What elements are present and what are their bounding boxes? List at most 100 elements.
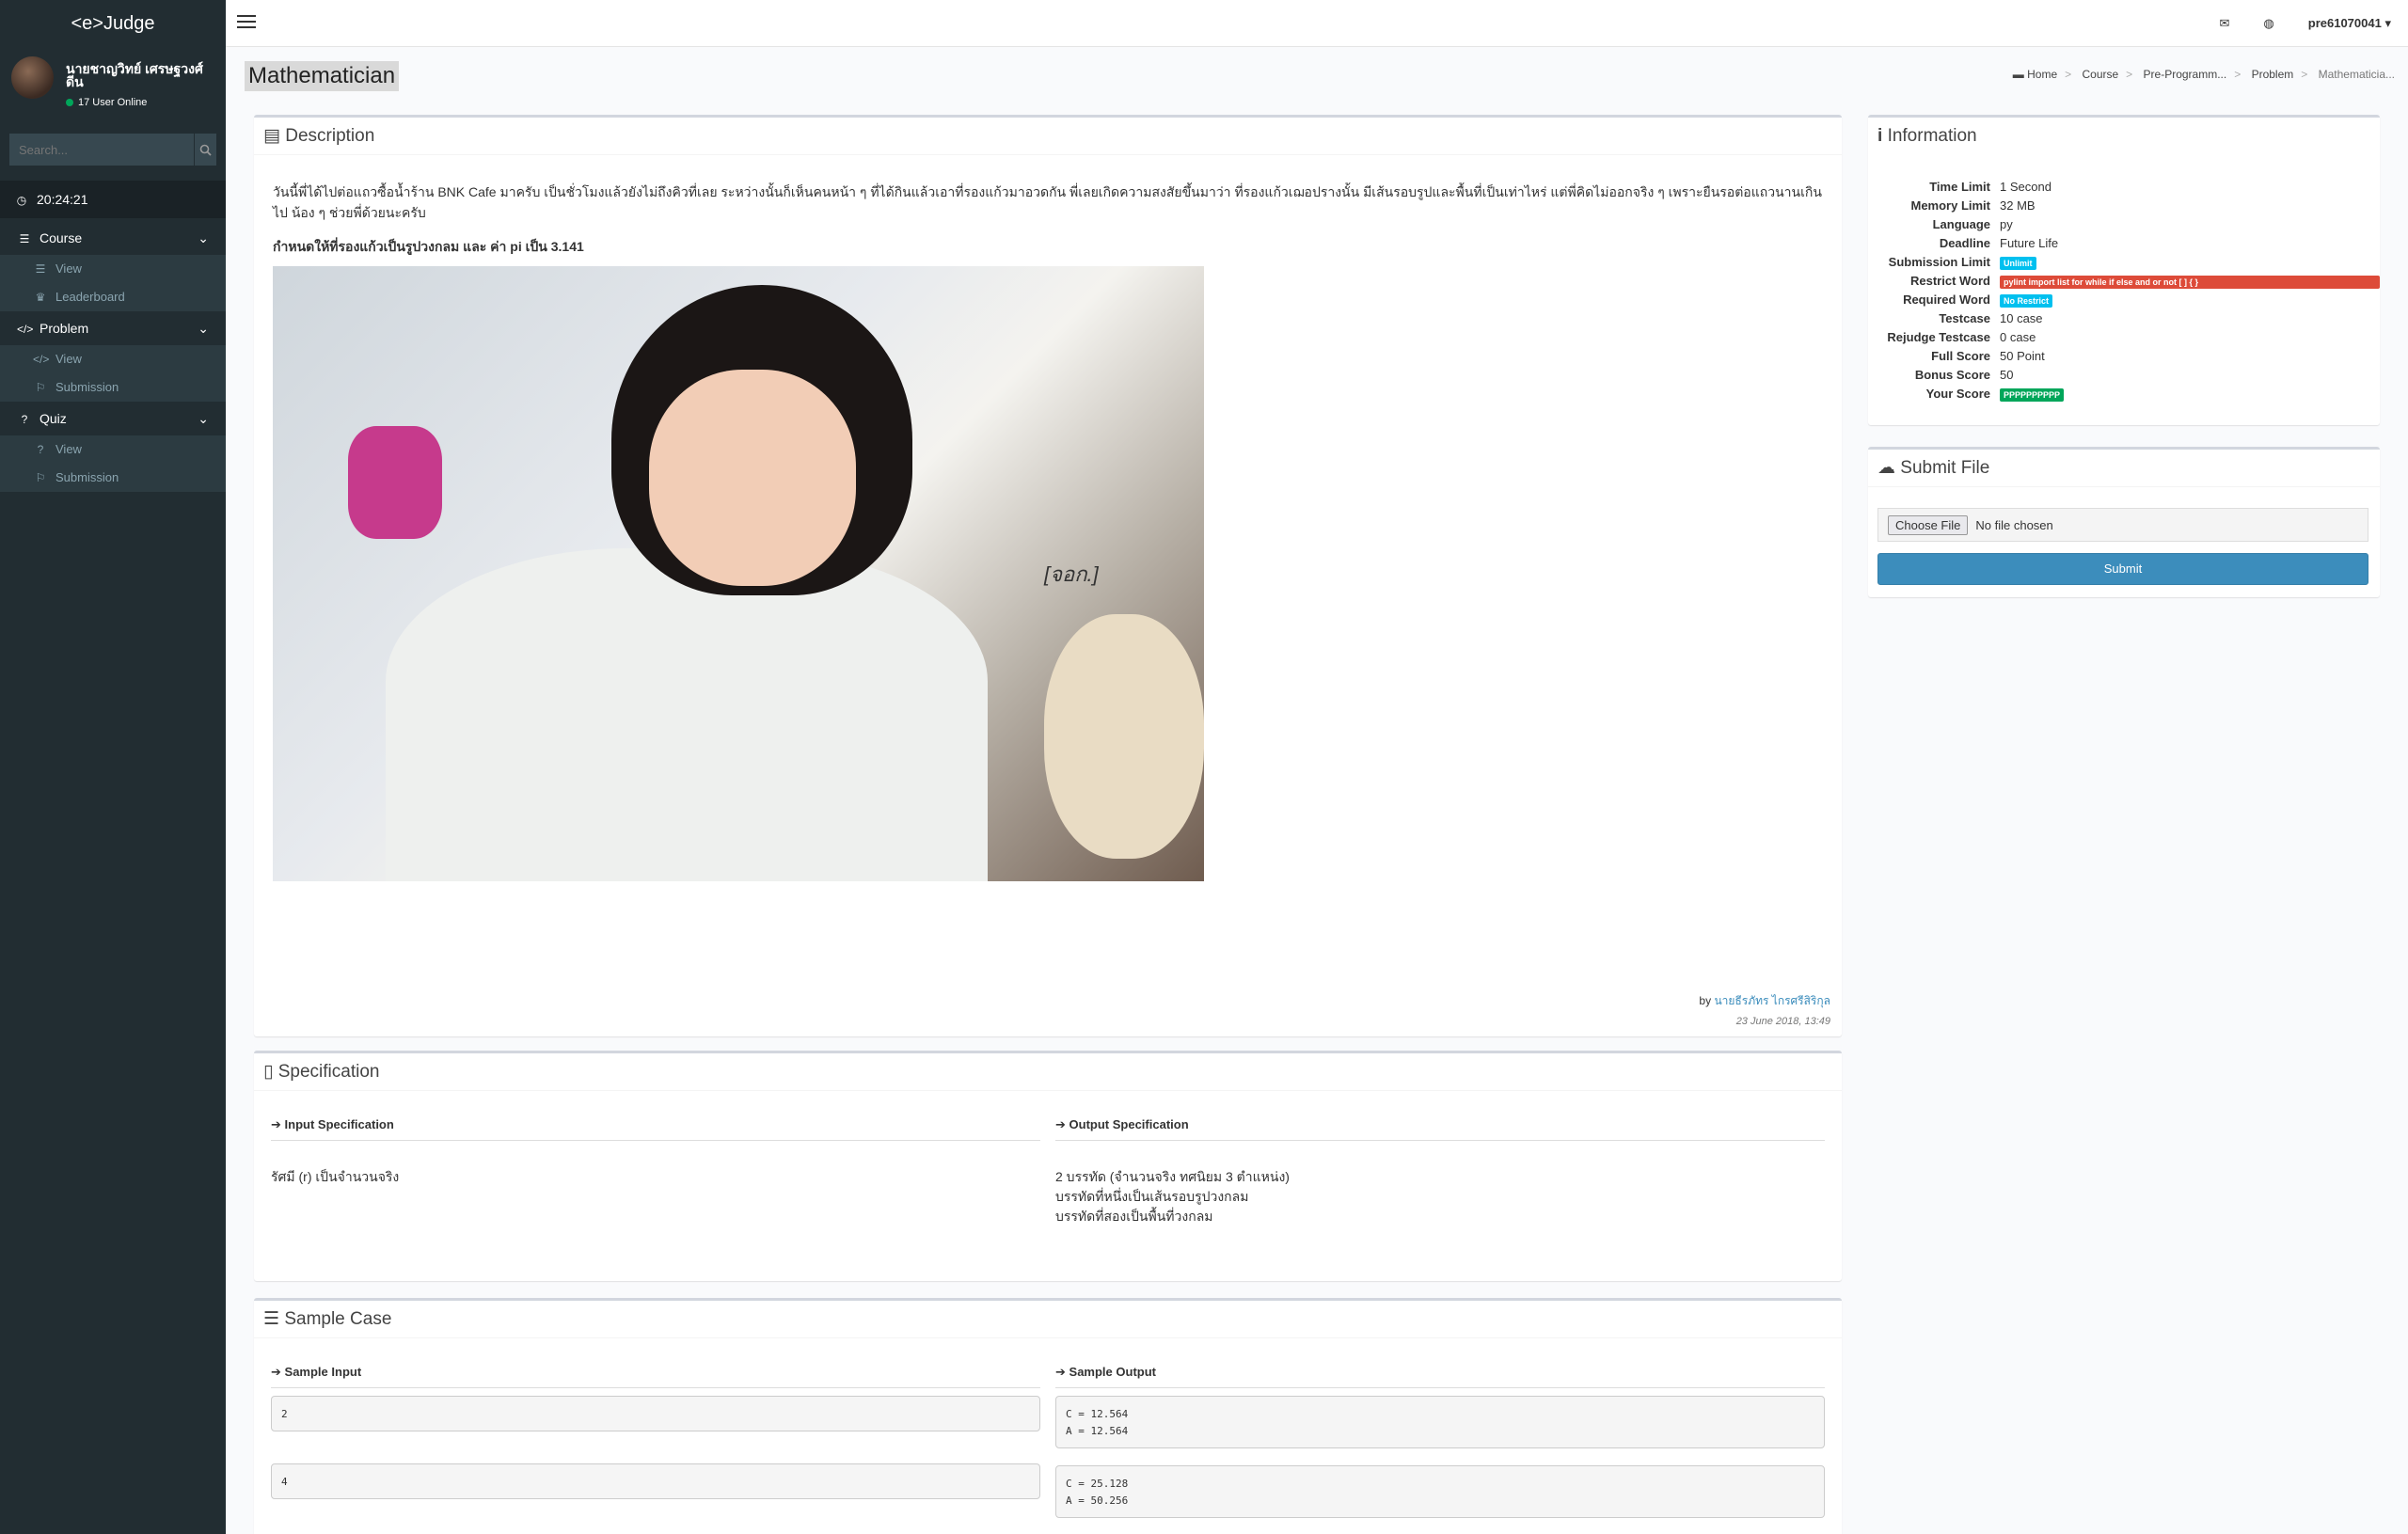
breadcrumb-home[interactable]: Home [2027, 68, 2057, 81]
flag-icon: ⚐ [35, 471, 46, 484]
sample-title: Sample Case [284, 1309, 392, 1329]
description-title: Description [285, 126, 375, 146]
description-text: วันนี้พี่ได้ไปต่อแถวซื้อน้ำร้าน BNK Cafe… [273, 184, 1822, 220]
list-ol-icon: ☰ [263, 1309, 280, 1329]
online-dot-icon [66, 99, 73, 107]
info-value: 50 [2000, 366, 2013, 385]
info-row: Submission Limit Unlimit [1868, 253, 2380, 272]
image-watermark: [จอก.] [1044, 562, 1099, 586]
file-text-icon: ▯ [263, 1062, 274, 1082]
submit-file-box: ☁ Submit File Choose File No file chosen … [1868, 447, 2380, 597]
info-row: Language py [1868, 215, 2380, 234]
menu-course-label: Course [40, 230, 83, 245]
sample-input-2: 4 [271, 1463, 1040, 1499]
cloud-upload-icon: ☁ [1877, 458, 1895, 478]
info-row: Your Score PPPPPPPPPP [1868, 385, 2380, 403]
user-name: นายชาญวิทย์ เศรษฐวงศ์ดีน [66, 61, 203, 89]
info-value: Future Life [2000, 234, 2058, 253]
trophy-icon: ♛ [35, 291, 46, 304]
folder-icon: ▬ [2012, 68, 2024, 81]
menu-problem-submission[interactable]: ⚐ Submission [0, 373, 226, 402]
chevron-down-icon: ⌄ [198, 321, 209, 336]
info-key: Language [1932, 217, 1990, 231]
sample-input-1: 2 [271, 1396, 1040, 1431]
choose-file-button[interactable]: Choose File [1888, 514, 1969, 535]
online-status: 17 User Online [66, 97, 147, 108]
online-count: 17 User Online [78, 97, 148, 108]
clock-icon: ◷ [16, 194, 27, 207]
info-value: Unlimit [2000, 253, 2036, 272]
clock: ◷ 20:24:21 [0, 181, 226, 218]
output-spec-line: 2 บรรทัด (จำนวนจริง ทศนิยม 3 ตำแหน่ง) [1055, 1169, 1290, 1184]
sample-case-box: ☰ Sample Case ➔ Sample Input 2 4 ➔ Sampl… [254, 1298, 1842, 1534]
app-logo[interactable]: <e>Judge [0, 0, 226, 47]
information-box: i Information Time Limit 1 Second Memory L… [1868, 115, 2380, 425]
breadcrumb-current: Mathematicia... [2318, 68, 2395, 81]
info-key: Full Score [1931, 349, 1990, 363]
sample-input-header: ➔ Sample Input [271, 1357, 1040, 1388]
globe-icon[interactable]: ◍ [2263, 16, 2273, 31]
submit-button[interactable]: Submit [1877, 553, 2368, 585]
menu-quiz-label: Quiz [40, 411, 67, 426]
info-row: Bonus Score 50 [1868, 366, 2380, 385]
menu-course[interactable]: ☰ Course ⌄ [0, 221, 226, 255]
info-value-text: 50 Point [2000, 349, 2045, 363]
breadcrumb-preprogramming[interactable]: Pre-Programm... [2144, 68, 2227, 81]
information-list: Time Limit 1 Second Memory Limit 32 MB Langu… [1868, 155, 2380, 403]
info-value: 32 MB [2000, 197, 2036, 215]
breadcrumb-course[interactable]: Course [2082, 68, 2118, 81]
menu-quiz-submission-label: Submission [55, 470, 119, 484]
sidebar: <e>Judge นายชาญวิทย์ เศรษฐวงศ์ดีน 17 Use… [0, 0, 226, 1534]
avatar [11, 56, 54, 99]
menu-problem-view[interactable]: </> View [0, 345, 226, 373]
file-input[interactable]: Choose File No file chosen [1877, 508, 2368, 542]
information-title: Information [1887, 126, 1977, 146]
specification-header: ▯ Specification [254, 1053, 1842, 1091]
search-icon [199, 144, 212, 156]
info-row: Full Score 50 Point [1868, 347, 2380, 366]
mail-icon[interactable]: ✉ [2220, 16, 2230, 31]
question-icon: ? [21, 413, 28, 426]
input-spec: รัศมี (r) เป็นจำนวนจริง [271, 1169, 400, 1184]
menu-problem[interactable]: </> Problem ⌄ [0, 311, 226, 345]
list-alt-icon: ▤ [263, 126, 280, 146]
menu-quiz[interactable]: ? Quiz ⌄ [0, 402, 226, 435]
output-spec-header: ➔ Output Specification [1055, 1110, 1825, 1141]
specification-box: ▯ Specification ➔ Input Specification รั… [254, 1051, 1842, 1281]
breadcrumb-problem[interactable]: Problem [2252, 68, 2294, 81]
chevron-down-icon: ⌄ [198, 411, 209, 426]
sidebar-search [9, 134, 216, 166]
info-value-text: PPPPPPPPPP [2000, 387, 2065, 402]
menu-quiz-view[interactable]: ? View [0, 435, 226, 464]
question-icon: ? [37, 443, 44, 456]
page-title: Mathematician [245, 61, 400, 91]
breadcrumb: ▬ Home > Course > Pre-Programm... > Problem… [2012, 68, 2395, 81]
top-navbar: ✉ ◍ pre61070041 ▾ [226, 0, 2408, 47]
info-row: Memory Limit 32 MB [1868, 197, 2380, 215]
info-value-text: Unlimit [2000, 256, 2036, 270]
sample-output-1: C = 12.564 A = 12.564 [1055, 1396, 1825, 1448]
info-key: Deadline [1939, 236, 1990, 250]
hamburger-menu-icon[interactable] [237, 15, 256, 30]
output-spec-line: บรรทัดที่หนึ่งเป็นเส้นรอบรูปวงกลม [1055, 1189, 1249, 1204]
menu-course-view[interactable]: ☰ View [0, 255, 226, 283]
info-row: Testcase 10 case [1868, 309, 2380, 328]
author-link[interactable]: นายธีรภัทร ไกรศรีสิริกุล [1714, 994, 1830, 1007]
info-key: Rejudge Testcase [1887, 330, 1990, 344]
info-value: 1 Second [2000, 178, 2052, 197]
info-row: Restrict Word pylint import list for whil… [1868, 272, 2380, 291]
info-key: Your Score [1925, 387, 1990, 401]
search-button[interactable] [194, 134, 216, 166]
menu-course-leaderboard[interactable]: ♛ Leaderboard [0, 283, 226, 311]
user-menu[interactable]: pre61070041 ▾ [2308, 16, 2391, 31]
info-key: Bonus Score [1914, 368, 1990, 382]
menu-quiz-submission[interactable]: ⚐ Submission [0, 464, 226, 492]
info-value-text: 10 case [2000, 311, 2043, 325]
specification-title: Specification [277, 1062, 380, 1082]
search-input[interactable] [9, 134, 194, 166]
info-value-text: 50 [2000, 368, 2014, 382]
username: pre61070041 [2307, 16, 2382, 30]
sample-input-title: Sample Input [284, 1365, 362, 1379]
output-spec: 2 บรรทัด (จำนวนจริง ทศนิยม 3 ตำแหน่ง) บร… [1055, 1141, 1825, 1253]
info-row: Time Limit 1 Second [1868, 178, 2380, 197]
